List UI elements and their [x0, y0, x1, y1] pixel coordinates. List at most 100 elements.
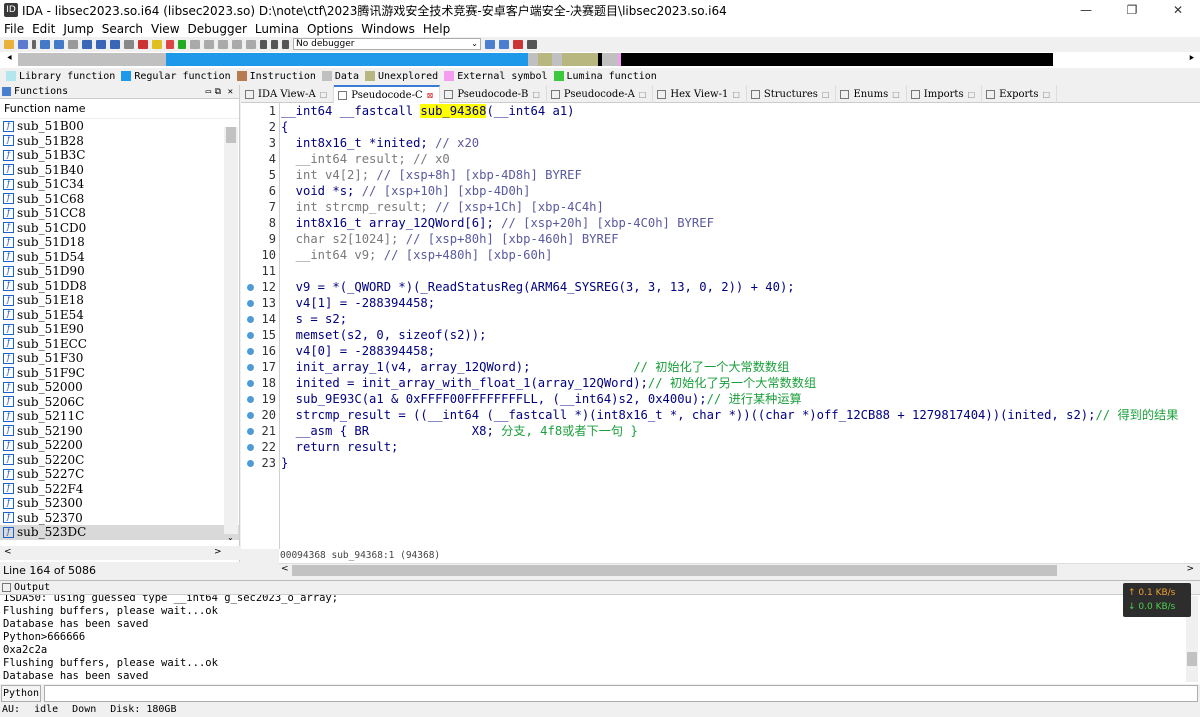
function-list-item[interactable]: f sub_52190 [0, 424, 239, 439]
breakpoint-dot-icon[interactable] [247, 348, 254, 355]
tab-exports[interactable]: Exports □ [982, 85, 1058, 103]
function-list-item[interactable]: f sub_51D54 [0, 250, 239, 265]
function-list-item[interactable]: f sub_5220C [0, 453, 239, 468]
menu-file[interactable]: File [4, 22, 24, 36]
close-tab-icon[interactable]: □ [320, 90, 328, 99]
tab-ida-view-a[interactable]: IDA View-A □ [241, 85, 335, 103]
output-log[interactable]: 1SDA50: using guessed type __int64 g_sec… [0, 592, 1200, 683]
menu-windows[interactable]: Windows [361, 22, 415, 36]
breakpoint-dot-icon[interactable] [247, 380, 254, 387]
tab-imports[interactable]: Imports □ [907, 85, 983, 103]
function-list-item[interactable]: f sub_51ECC [0, 337, 239, 352]
scroll-left-icon[interactable]: < [4, 547, 12, 557]
function-name-column-header[interactable]: Function name [0, 99, 239, 119]
back-icon[interactable] [40, 39, 50, 49]
menu-options[interactable]: Options [307, 22, 353, 36]
breakpoint-dot-icon[interactable] [247, 428, 254, 435]
function-list-item[interactable]: f sub_51B28 [0, 134, 239, 149]
function-list-item[interactable]: f sub_51DD8 [0, 279, 239, 294]
function-list-item[interactable]: f sub_51C68 [0, 192, 239, 207]
breakpoint-dot-icon[interactable] [247, 444, 254, 451]
trace-icon[interactable] [527, 39, 537, 49]
code-line-17[interactable]: init_array_1(v4, array_12QWord); // 初始化了… [280, 359, 1200, 375]
breakpoint-dot-icon[interactable] [247, 364, 254, 371]
functions-hscrollbar[interactable]: < > [0, 546, 240, 560]
patch-icon[interactable] [232, 39, 242, 49]
function-list-item[interactable]: f sub_522F4 [0, 482, 239, 497]
function-list-item[interactable]: f sub_51CD0 [0, 221, 239, 236]
code-line-7[interactable]: int strcmp_result; // [xsp+1Ch] [xbp-4C4… [280, 199, 1200, 215]
function-list-item[interactable]: f sub_51F9C [0, 366, 239, 381]
breakpoint-dot-icon[interactable] [247, 396, 254, 403]
menu-edit[interactable]: Edit [32, 22, 55, 36]
menu-debugger[interactable]: Debugger [188, 22, 247, 36]
menu-view[interactable]: View [151, 22, 179, 36]
save-icon[interactable] [18, 39, 28, 49]
code-line-16[interactable]: v4[0] = -288394458; [280, 343, 1200, 359]
search-text-icon[interactable] [96, 39, 106, 49]
function-list-item[interactable]: f sub_51CC8 [0, 206, 239, 221]
maximize-button[interactable]: ❐ [1109, 0, 1155, 20]
function-list-item[interactable]: f sub_51E54 [0, 308, 239, 323]
function-list-item[interactable]: f sub_51B3C [0, 148, 239, 163]
function-list-item[interactable]: f sub_52200 [0, 438, 239, 453]
function-list-item[interactable]: f sub_523DC [0, 525, 239, 540]
menu-lumina[interactable]: Lumina [255, 22, 299, 36]
scroll-right-icon[interactable]: > [214, 547, 222, 557]
pause-icon[interactable] [271, 39, 278, 49]
tab-enums[interactable]: Enums □ [836, 85, 907, 103]
code-line-4[interactable]: __int64 result; // x0 [280, 151, 1200, 167]
python-command-input[interactable] [44, 685, 1198, 702]
menu-help[interactable]: Help [423, 22, 450, 36]
function-list-item[interactable]: f sub_51F30 [0, 351, 239, 366]
editor-scroll-thumb[interactable] [292, 565, 1057, 576]
close-tab-icon[interactable]: □ [639, 90, 647, 99]
code-line-20[interactable]: strcmp_result = ((__int64 (__fastcall *)… [280, 407, 1200, 423]
search-immediate-icon[interactable] [110, 39, 120, 49]
code-line-23[interactable]: } [280, 455, 1200, 471]
code-line-6[interactable]: void *s; // [xsp+10h] [xbp-4D0h] [280, 183, 1200, 199]
code-line-18[interactable]: inited = init_array_with_float_1(array_1… [280, 375, 1200, 391]
function-list-item[interactable]: f sub_5206C [0, 395, 239, 410]
code-line-22[interactable]: return result; [280, 439, 1200, 455]
restore-panel-icon[interactable]: ⧉ [215, 87, 221, 97]
struct-icon[interactable] [190, 39, 200, 49]
function-list-item[interactable]: f sub_51B00 [0, 119, 239, 134]
nav-right-arrow-icon[interactable]: ⯈ [1188, 54, 1195, 64]
nav-left-arrow-icon[interactable]: ⯇ [6, 54, 13, 64]
code-icon[interactable] [124, 39, 134, 49]
graph-icon[interactable] [166, 39, 174, 49]
output-scroll-thumb[interactable] [1187, 652, 1197, 666]
function-list-item[interactable]: f sub_51C34 [0, 177, 239, 192]
python-language-button[interactable]: Python [1, 685, 41, 702]
breakpoint-dot-icon[interactable] [247, 412, 254, 419]
menu-search[interactable]: Search [102, 22, 143, 36]
attach-icon[interactable] [499, 39, 509, 49]
close-tab-icon[interactable]: □ [1042, 90, 1050, 99]
breakpoint-dot-icon[interactable] [247, 332, 254, 339]
close-button[interactable]: ✕ [1155, 0, 1200, 20]
navigation-bar[interactable] [18, 53, 1186, 66]
code-line-15[interactable]: memset(s2, 0, sizeof(s2)); [280, 327, 1200, 343]
code-line-14[interactable]: s = s2; [280, 311, 1200, 327]
breakpoint-icon[interactable] [513, 39, 523, 49]
code-line-11[interactable] [280, 263, 1200, 279]
play-icon[interactable] [260, 39, 267, 49]
function-list-item[interactable]: f sub_51E90 [0, 322, 239, 337]
debug-option-icon[interactable] [485, 39, 495, 49]
float-panel-icon[interactable]: ▭ [206, 87, 211, 97]
close-tab-icon[interactable]: □ [532, 90, 540, 99]
function-list-item[interactable]: f sub_51B40 [0, 163, 239, 178]
scroll-down-icon[interactable]: ⌄ [227, 533, 234, 542]
tab-pseudocode-b[interactable]: Pseudocode-B □ [440, 85, 547, 103]
tab-hex-view-1[interactable]: Hex View-1 □ [653, 85, 747, 103]
code-line-10[interactable]: __int64 v9; // [xsp+480h] [xbp-60h] [280, 247, 1200, 263]
stop-icon[interactable] [282, 39, 289, 49]
dropdown-icon[interactable] [68, 39, 78, 49]
functions-scrollbar[interactable] [224, 127, 238, 534]
breakpoint-dot-icon[interactable] [247, 300, 254, 307]
scroll-left-icon[interactable]: < [281, 564, 289, 574]
close-tab-icon[interactable]: □ [968, 90, 976, 99]
function-list-item[interactable]: f sub_51D90 [0, 264, 239, 279]
code-line-2[interactable]: { [280, 119, 1200, 135]
